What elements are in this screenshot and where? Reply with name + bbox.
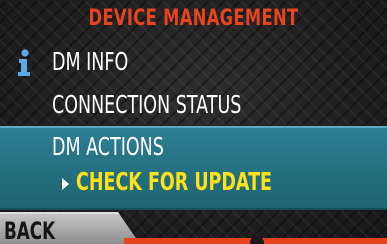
menu-item-connection-status[interactable]: CONNECTION STATUS (0, 86, 387, 126)
bottom-bar-notch (250, 236, 264, 244)
menu-item-dm-info[interactable]: DM INFO (0, 40, 387, 86)
back-button[interactable]: BACK (0, 212, 140, 244)
device-management-screen: DEVICE MANAGEMENT DM INFO CONNECTION STA… (0, 0, 387, 244)
submenu-item-check-for-update[interactable]: CHECK FOR UPDATE (76, 167, 272, 196)
menu-item-label: DM INFO (52, 47, 129, 76)
page-title: DEVICE MANAGEMENT (88, 5, 299, 31)
menu-item-dm-actions[interactable]: DM ACTIONS CHECK FOR UPDATE (0, 126, 387, 210)
menu-item-label: CONNECTION STATUS (52, 90, 242, 119)
info-icon (18, 49, 30, 76)
menu-item-label: DM ACTIONS (52, 132, 164, 161)
submenu-arrow-icon (62, 178, 69, 190)
back-button-label: BACK (4, 217, 56, 244)
